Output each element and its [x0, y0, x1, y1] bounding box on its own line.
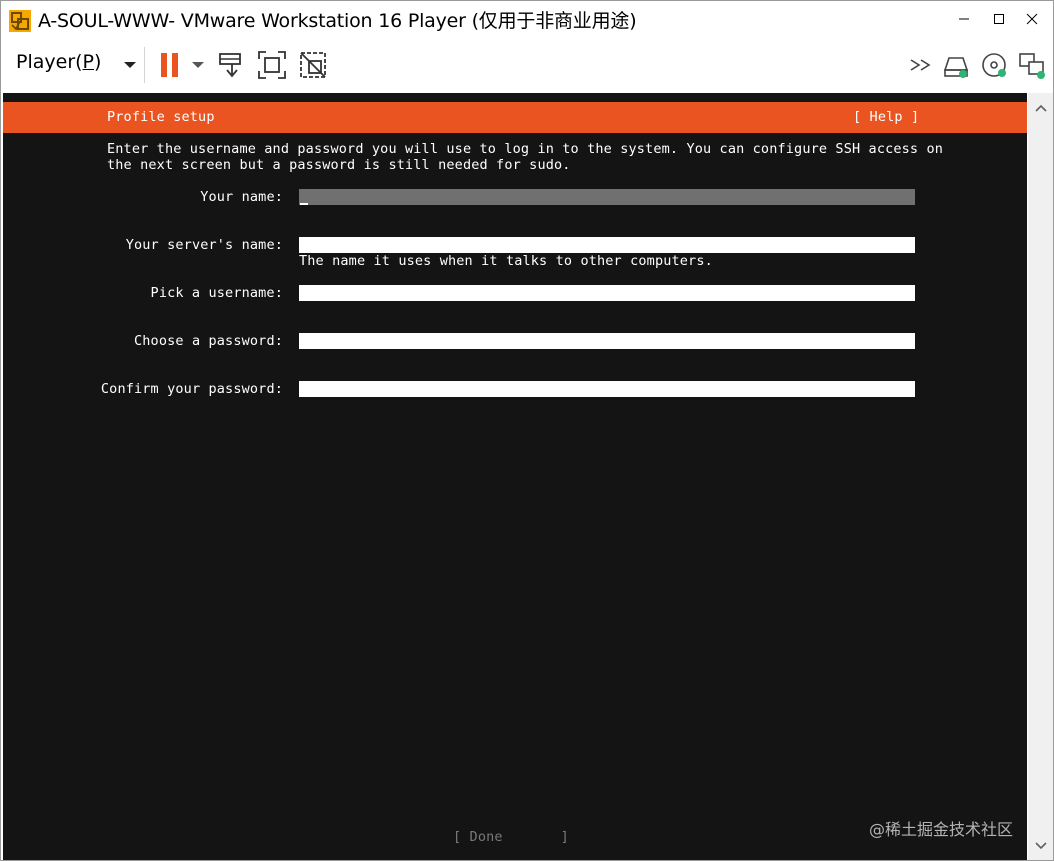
- vertical-scrollbar[interactable]: [1028, 93, 1053, 860]
- network-adapter-icon[interactable]: [1017, 50, 1047, 80]
- title-bar: A-SOUL-WWW- VMware Workstation 16 Player…: [1, 1, 1053, 39]
- minimize-icon: [959, 18, 969, 20]
- player-menu[interactable]: Player(P): [16, 51, 101, 73]
- intro-line-2: the next screen but a password is still …: [107, 157, 571, 173]
- unity-icon[interactable]: [298, 50, 328, 80]
- text-cursor: [300, 203, 308, 205]
- player-menu-label: Player(: [16, 51, 83, 73]
- vmware-player-window: A-SOUL-WWW- VMware Workstation 16 Player…: [0, 0, 1054, 861]
- username-label: Pick a username:: [150, 285, 283, 301]
- your-name-label: Your name:: [200, 189, 283, 205]
- power-dropdown-chevron-icon[interactable]: [183, 50, 213, 80]
- scroll-down-button[interactable]: [1028, 833, 1053, 858]
- server-name-label: Your server's name:: [125, 237, 283, 253]
- cd-dvd-icon[interactable]: [980, 50, 1010, 80]
- server-name-hint: The name it uses when it talks to other …: [299, 253, 713, 269]
- toolbar-separator: [144, 47, 145, 83]
- chevron-up-icon: [1034, 104, 1047, 112]
- window-title: A-SOUL-WWW- VMware Workstation 16 Player…: [38, 10, 637, 32]
- password-label: Choose a password:: [134, 333, 283, 349]
- vmware-app-icon: [9, 10, 31, 32]
- watermark-text: @稀土掘金技术社区: [869, 820, 1014, 839]
- close-icon: [1026, 13, 1038, 25]
- close-button[interactable]: [1015, 1, 1049, 37]
- done-button[interactable]: [ Done ]: [453, 829, 569, 845]
- player-menu-accelerator: P: [82, 51, 95, 73]
- pause-icon[interactable]: [156, 50, 186, 80]
- minimize-button[interactable]: [947, 1, 981, 37]
- maximize-icon: [994, 14, 1004, 24]
- profile-setup-title: Profile setup: [107, 109, 215, 125]
- player-menu-label-end: ): [94, 51, 102, 73]
- chevron-down-icon[interactable]: [115, 50, 145, 80]
- fullscreen-icon[interactable]: [257, 50, 287, 80]
- intro-text: Enter the username and password you will…: [107, 141, 943, 173]
- hard-disk-icon[interactable]: [941, 50, 971, 80]
- your-name-input[interactable]: [299, 189, 915, 205]
- confirm-password-input[interactable]: [299, 381, 915, 397]
- help-button[interactable]: [ Help ]: [853, 109, 919, 125]
- password-input[interactable]: [299, 333, 915, 349]
- confirm-password-label: Confirm your password:: [100, 381, 283, 397]
- more-devices-icon[interactable]: [907, 50, 937, 80]
- maximize-button[interactable]: [982, 1, 1016, 37]
- server-name-input[interactable]: [299, 237, 915, 253]
- toolbar: Player(P): [1, 39, 1053, 91]
- chevron-down-icon: [1034, 841, 1047, 849]
- intro-line-1: Enter the username and password you will…: [107, 141, 944, 157]
- send-ctrl-alt-del-icon[interactable]: [217, 50, 247, 80]
- username-input[interactable]: [299, 285, 915, 301]
- scroll-up-button[interactable]: [1028, 95, 1053, 120]
- vm-console[interactable]: Profile setup [ Help ] Enter the usernam…: [3, 93, 1027, 860]
